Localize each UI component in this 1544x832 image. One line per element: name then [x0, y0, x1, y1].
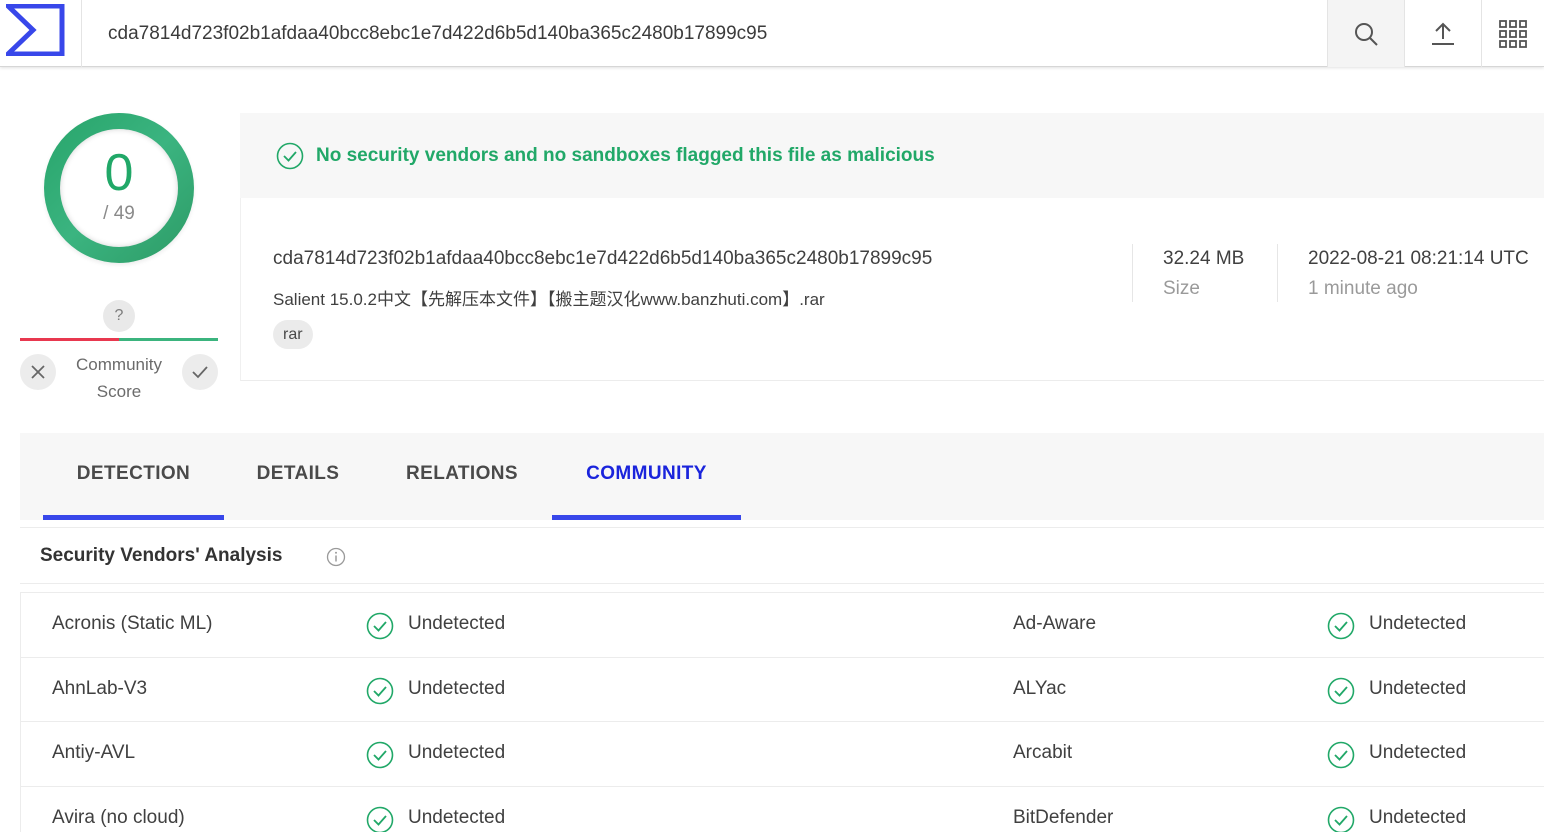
tab-community[interactable]: COMMUNITY: [552, 433, 741, 520]
table-row: AhnLab-V3 Undetected ALYac Undetected: [21, 658, 1544, 722]
detection-score-inner: 0 / 49: [60, 129, 178, 247]
vendor-result: Undetected: [1369, 806, 1467, 828]
community-bar-negative: [20, 338, 119, 341]
vendor-result: Undetected: [408, 613, 506, 634]
tab-community-label: COMMUNITY: [586, 463, 707, 484]
close-icon: [31, 365, 45, 379]
logo-icon: [6, 4, 65, 56]
vendor-name: Acronis (Static ML): [52, 613, 213, 634]
check-circle-icon: [366, 612, 394, 640]
file-info-panel: cda7814d723f02b1afdaa40bcc8ebc1e7d422d6b…: [240, 198, 1544, 381]
file-hash[interactable]: cda7814d723f02b1afdaa40bcc8ebc1e7d422d6b…: [273, 248, 932, 270]
tab-active-indicator: [552, 515, 741, 520]
report-tabs: DETECTION DETAILS RELATIONS COMMUNITY: [20, 433, 1544, 520]
vendors-section-header: Security Vendors' Analysis: [20, 527, 1544, 584]
community-score-label: Community Score: [62, 351, 176, 405]
table-row: Antiy-AVL Undetected Arcabit Undetected: [21, 722, 1544, 787]
tab-detection[interactable]: DETECTION: [43, 433, 224, 520]
check-circle-icon: [276, 142, 304, 169]
check-circle-icon: [366, 741, 394, 769]
vendor-name: Antiy-AVL: [52, 742, 136, 763]
file-name: Salient 15.0.2中文【先解压本文件】【搬主题汉化www.banzhu…: [273, 290, 825, 309]
upload-icon: [1432, 22, 1454, 45]
search-input[interactable]: [82, 0, 1327, 67]
check-circle-icon: [1327, 806, 1355, 832]
verdict-message: No security vendors and no sandboxes fla…: [316, 144, 935, 166]
tab-detection-label: DETECTION: [76, 463, 191, 484]
vendors-table: Acronis (Static ML) Undetected Ad-Aware …: [20, 592, 1544, 832]
vendor-result: Undetected: [1369, 613, 1467, 634]
vendor-name: BitDefender: [1013, 806, 1114, 828]
virustotal-logo[interactable]: [0, 0, 82, 67]
detection-count: 0: [104, 144, 134, 202]
community-label-line1: Community: [76, 355, 162, 374]
top-bar: [0, 0, 1544, 67]
file-type-tag[interactable]: rar: [273, 320, 313, 349]
check-icon: [192, 366, 208, 379]
vendor-result: Undetected: [408, 806, 506, 828]
analysis-date: 2022-08-21 08:21:14 UTC: [1308, 248, 1529, 269]
file-size-label: Size: [1163, 278, 1200, 299]
divider: [1132, 244, 1133, 302]
tab-details[interactable]: DETAILS: [240, 433, 356, 520]
analysis-relative-time: 1 minute ago: [1308, 278, 1418, 299]
tab-relations-label: RELATIONS: [406, 463, 518, 484]
community-label-line2: Score: [96, 382, 142, 401]
check-circle-icon: [366, 806, 394, 832]
vendor-result: Undetected: [408, 742, 506, 763]
vendor-result: Undetected: [1369, 677, 1467, 699]
upload-button[interactable]: [1404, 0, 1481, 67]
apps-button[interactable]: [1481, 0, 1544, 67]
check-circle-icon: [1327, 612, 1355, 640]
apps-grid-icon: [1499, 19, 1527, 48]
community-score-value: ?: [103, 300, 135, 332]
table-row: Avira (no cloud) Undetected BitDefender …: [21, 787, 1544, 832]
vote-harmful-button[interactable]: [20, 354, 56, 390]
tab-details-label: DETAILS: [256, 463, 340, 484]
check-circle-icon: [1327, 741, 1355, 769]
search-button[interactable]: [1327, 0, 1404, 67]
vote-harmless-button[interactable]: [182, 354, 218, 390]
verdict-banner: No security vendors and no sandboxes fla…: [240, 113, 1544, 198]
tab-active-indicator: [43, 515, 224, 520]
vendor-name: Arcabit: [1013, 742, 1073, 763]
vendor-name: Ad-Aware: [1013, 613, 1097, 634]
vendor-name: AhnLab-V3: [52, 677, 148, 699]
detection-score-ring: 0 / 49: [44, 113, 194, 263]
search-icon: [1355, 22, 1378, 46]
info-icon[interactable]: [326, 547, 346, 567]
detection-total: / 49: [103, 203, 135, 224]
section-title: Security Vendors' Analysis: [40, 545, 283, 566]
divider: [1277, 244, 1278, 302]
check-circle-icon: [366, 677, 394, 704]
vendor-name: ALYac: [1013, 677, 1067, 699]
vendor-result: Undetected: [408, 677, 506, 699]
vendor-result: Undetected: [1369, 742, 1467, 763]
file-size-value: 32.24 MB: [1163, 248, 1245, 269]
vendor-name: Avira (no cloud): [52, 806, 185, 828]
check-circle-icon: [1327, 677, 1355, 704]
community-bar-positive: [119, 338, 218, 341]
table-row: Acronis (Static ML) Undetected Ad-Aware …: [21, 593, 1544, 658]
tab-relations[interactable]: RELATIONS: [386, 433, 538, 520]
